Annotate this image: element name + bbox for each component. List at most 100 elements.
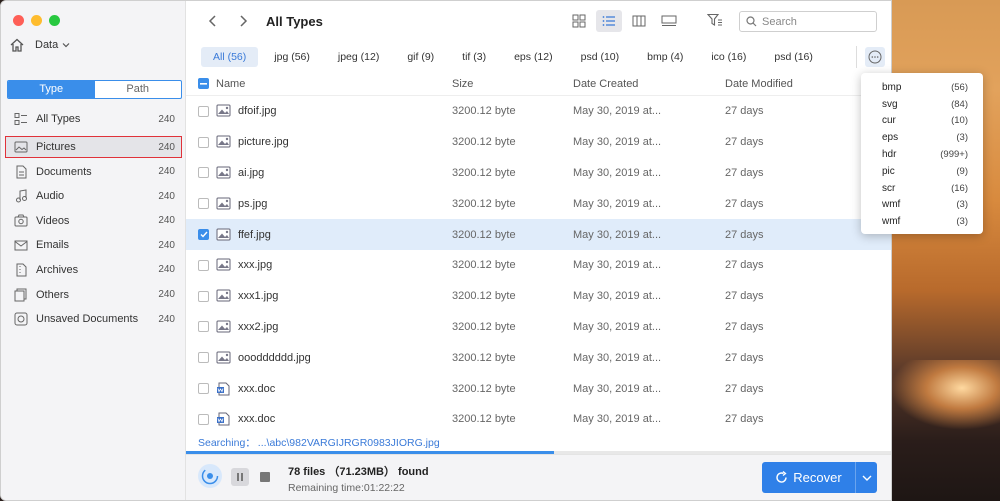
row-checkbox[interactable] [198, 167, 209, 179]
picture-icon [13, 139, 29, 155]
chip-tif[interactable]: tif (3) [450, 47, 498, 67]
sidebar-item-all-types[interactable]: All Types 240 [5, 106, 182, 132]
filter-icon[interactable] [706, 13, 723, 30]
row-checkbox[interactable] [198, 413, 209, 425]
back-arrow-icon[interactable] [208, 14, 222, 28]
more-types-button[interactable] [865, 47, 885, 67]
sidebar-item-label: Emails [36, 239, 70, 252]
table-row[interactable]: xxx.doc 3200.12 byte May 30, 2019 at... … [186, 404, 891, 435]
row-checkbox[interactable] [198, 259, 209, 271]
dropdown-item-cur[interactable]: cur (10) [861, 113, 983, 130]
sidebar-item-others[interactable]: Others 240 [5, 284, 182, 306]
row-checkbox[interactable] [198, 105, 209, 117]
dropdown-item-pic[interactable]: pic (9) [861, 163, 983, 180]
table-row[interactable]: ai.jpg 3200.12 byte May 30, 2019 at... 2… [186, 158, 891, 189]
dropdown-item-wmf[interactable]: wmf (3) [861, 197, 983, 214]
sidebar-item-audio[interactable]: Audio 240 [5, 185, 182, 207]
dropdown-item-eps[interactable]: eps (3) [861, 129, 983, 146]
row-checkbox[interactable] [198, 383, 209, 395]
dropdown-item-label: bmp [882, 81, 902, 93]
file-name-cell: xxx2.jpg [216, 320, 278, 334]
dropdown-item-wmf-2[interactable]: wmf (3) [861, 213, 983, 230]
select-all-checkbox[interactable] [198, 78, 209, 89]
row-checkbox[interactable] [198, 321, 209, 333]
table-row[interactable]: ffef.jpg 3200.12 byte May 30, 2019 at...… [186, 219, 891, 250]
chip-gif[interactable]: gif (9) [395, 47, 446, 67]
file-size: 3200.12 byte [452, 320, 516, 333]
location-selector[interactable]: Data [35, 39, 70, 51]
file-size: 3200.12 byte [452, 228, 516, 241]
table-row[interactable]: ps.jpg 3200.12 byte May 30, 2019 at... 2… [186, 188, 891, 219]
dropdown-item-bmp[interactable]: bmp (56) [861, 79, 983, 96]
dropdown-item-label: svg [882, 98, 898, 110]
file-date-created: May 30, 2019 at... [573, 105, 662, 118]
search-box[interactable] [739, 11, 877, 32]
minimize-window-button[interactable] [31, 15, 42, 26]
row-checkbox[interactable] [198, 229, 209, 241]
sidebar-item-unsaved-documents[interactable]: Unsaved Documents 240 [5, 308, 182, 330]
file-name: xxx.jpg [238, 259, 273, 272]
table-row[interactable]: xxx2.jpg 3200.12 byte May 30, 2019 at...… [186, 312, 891, 343]
sidebar-item-documents[interactable]: Documents 240 [5, 161, 182, 183]
stop-button[interactable] [260, 472, 270, 482]
file-size: 3200.12 byte [452, 259, 516, 272]
chip-jpg[interactable]: jpg (56) [262, 47, 322, 67]
dropdown-item-label: cur [882, 115, 896, 127]
sidebar-item-videos[interactable]: Videos 240 [5, 210, 182, 232]
grid-view-button[interactable] [566, 10, 592, 32]
table-row[interactable]: xxx.jpg 3200.12 byte May 30, 2019 at... … [186, 250, 891, 281]
file-size: 3200.12 byte [452, 351, 516, 364]
pause-button[interactable] [231, 468, 249, 486]
column-header-size[interactable]: Size [452, 78, 473, 90]
table-row[interactable]: xxx.doc 3200.12 byte May 30, 2019 at... … [186, 373, 891, 404]
column-header-date-modified[interactable]: Date Modified [725, 78, 793, 90]
sidebar-item-pictures[interactable]: Pictures 240 [5, 136, 182, 158]
row-checkbox[interactable] [198, 198, 209, 210]
table-row[interactable]: xxx1.jpg 3200.12 byte May 30, 2019 at...… [186, 281, 891, 312]
table-row[interactable]: picture.jpg 3200.12 byte May 30, 2019 at… [186, 127, 891, 158]
dropdown-item-scr[interactable]: scr (16) [861, 180, 983, 197]
forward-arrow-icon[interactable] [238, 14, 252, 28]
close-window-button[interactable] [13, 15, 24, 26]
view-switcher [566, 10, 682, 32]
others-icon [13, 287, 29, 303]
row-checkbox[interactable] [198, 352, 209, 364]
chip-eps[interactable]: eps (12) [502, 47, 565, 67]
unsaved-document-icon [13, 311, 29, 327]
dropdown-item-label: scr [882, 182, 896, 194]
dropdown-item-hdr[interactable]: hdr (999+) [861, 146, 983, 163]
file-date-created: May 30, 2019 at... [573, 136, 662, 149]
sidebar-item-label: Audio [36, 190, 65, 203]
file-date-created: May 30, 2019 at... [573, 197, 662, 210]
dropdown-item-svg[interactable]: svg (84) [861, 96, 983, 113]
scanning-icon [198, 464, 222, 488]
row-checkbox[interactable] [198, 290, 209, 302]
row-checkbox[interactable] [198, 136, 209, 148]
list-view-button[interactable] [596, 10, 622, 32]
recover-options-button[interactable] [856, 475, 877, 481]
chip-all[interactable]: All (56) [201, 47, 259, 67]
sidebar-item-emails[interactable]: Emails 240 [5, 234, 182, 256]
search-input[interactable] [762, 15, 872, 28]
chip-psd[interactable]: psd (10) [569, 47, 632, 67]
table-header: Name Size Date Created Date Modified [186, 72, 891, 96]
location-label: Data [35, 39, 59, 51]
home-icon[interactable] [9, 37, 25, 53]
column-view-button[interactable] [626, 10, 652, 32]
recover-button[interactable]: Recover [762, 462, 856, 493]
doc-file-icon [217, 412, 230, 426]
sidebar-item-archives[interactable]: Archives 240 [5, 259, 182, 281]
chip-ico[interactable]: ico (16) [699, 47, 758, 67]
segment-type[interactable]: Type [8, 81, 95, 98]
table-row[interactable]: ooodddddd.jpg 3200.12 byte May 30, 2019 … [186, 342, 891, 373]
table-row[interactable]: dfoif.jpg 3200.12 byte May 30, 2019 at..… [186, 96, 891, 127]
toolbar: All Types [186, 1, 891, 43]
segment-path[interactable]: Path [95, 81, 182, 98]
chip-jpeg[interactable]: jpeg (12) [326, 47, 391, 67]
chip-bmp[interactable]: bmp (4) [635, 47, 695, 67]
preview-view-button[interactable] [656, 10, 682, 32]
chip-psd-2[interactable]: psd (16) [762, 47, 825, 67]
column-header-date-created[interactable]: Date Created [573, 78, 638, 90]
column-header-name[interactable]: Name [216, 78, 245, 90]
zoom-window-button[interactable] [49, 15, 60, 26]
